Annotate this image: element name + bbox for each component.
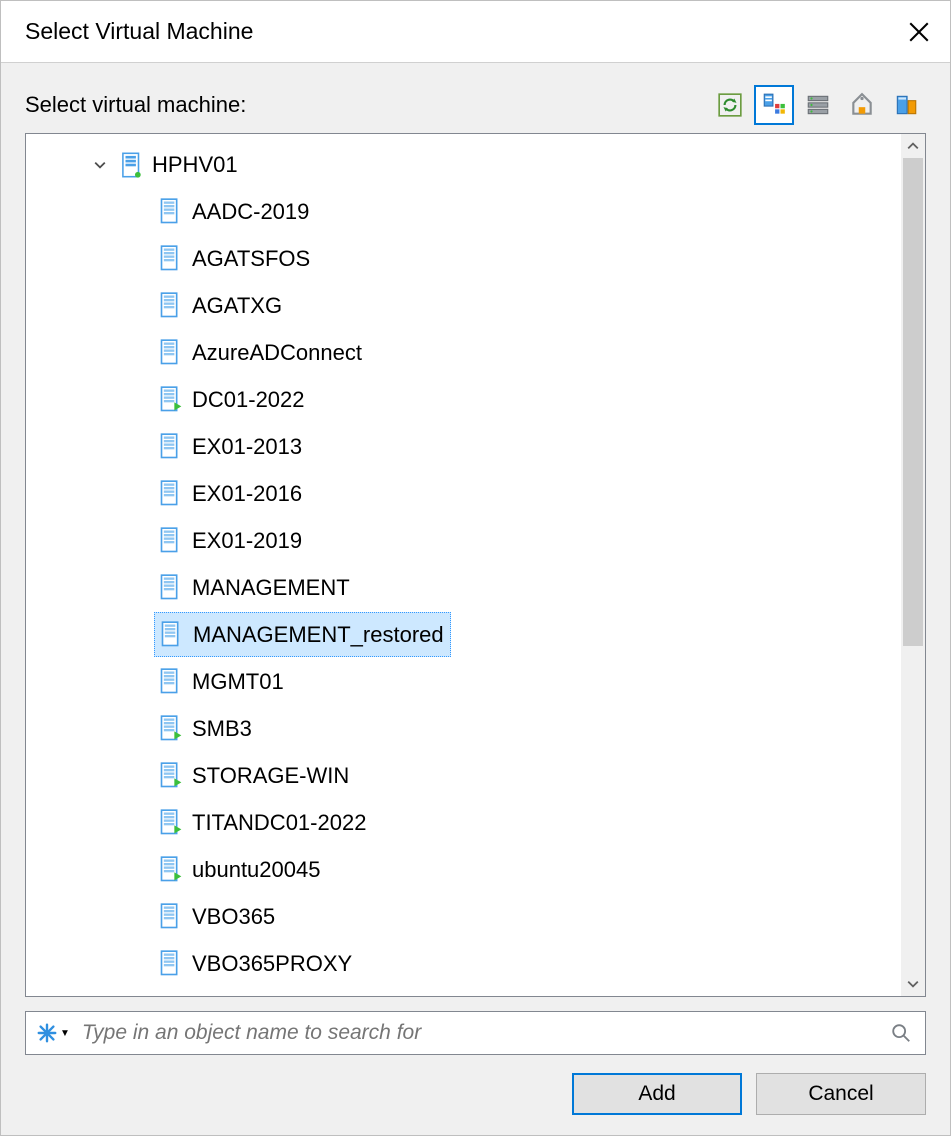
vm-label: TITANDC01-2022 <box>190 810 372 836</box>
vm-icon <box>154 527 190 555</box>
scroll-down-button[interactable] <box>901 972 925 996</box>
chevron-down-icon <box>907 978 919 990</box>
hosts-icon <box>761 92 787 118</box>
add-button[interactable]: Add <box>572 1073 742 1115</box>
vm-label: MANAGEMENT_restored <box>191 622 450 648</box>
scrollbar[interactable] <box>901 134 925 996</box>
vm-label: AGATSFOS <box>190 246 316 272</box>
tree-vm-row[interactable]: MGMT01 <box>26 659 901 704</box>
dialog-window: Select Virtual Machine Select virtual ma… <box>0 0 951 1136</box>
view-toolbar <box>710 85 926 125</box>
vm-label: AGATXG <box>190 293 288 319</box>
vm-label: EX01-2016 <box>190 481 308 507</box>
tree-vm-row[interactable]: DC01-2022 <box>26 377 901 422</box>
tree-vm-row[interactable]: EX01-2016 <box>26 471 901 516</box>
refresh-icon <box>717 92 743 118</box>
vm-icon <box>154 715 190 743</box>
search-button[interactable] <box>883 1015 919 1051</box>
refresh-button[interactable] <box>710 85 750 125</box>
prompt-label: Select virtual machine: <box>25 92 246 118</box>
tree-vm-row[interactable]: AGATSFOS <box>26 236 901 281</box>
view-storage-button[interactable] <box>886 85 926 125</box>
vm-icon <box>154 198 190 226</box>
storage-icon <box>893 92 919 118</box>
vm-label: EX01-2019 <box>190 528 308 554</box>
vm-label: DC01-2022 <box>190 387 311 413</box>
vm-icon <box>154 903 190 931</box>
tree-vm-row[interactable]: VBO365PROXY <box>26 941 901 986</box>
vm-label: MANAGEMENT <box>190 575 356 601</box>
scroll-thumb[interactable] <box>903 158 923 646</box>
close-button[interactable] <box>896 9 942 55</box>
vm-icon <box>154 245 190 273</box>
dialog-title: Select Virtual Machine <box>25 18 253 45</box>
tree-vm-row[interactable]: VBO365 <box>26 894 901 939</box>
vm-label: STORAGE-WIN <box>190 763 355 789</box>
vm-label: SMB3 <box>190 716 258 742</box>
view-tags-button[interactable] <box>842 85 882 125</box>
vm-label: MGMT01 <box>190 669 290 695</box>
tree-vm-row[interactable]: STORAGE-WIN <box>26 753 901 798</box>
title-bar: Select Virtual Machine <box>1 1 950 63</box>
tree-panel: HPHV01 AADC-2019 AGATSFOS AGATXG <box>25 133 926 997</box>
chevron-up-icon <box>907 140 919 152</box>
vm-icon <box>154 386 190 414</box>
search-bar: ▼ <box>25 1011 926 1055</box>
vm-label: VBO365PROXY <box>190 951 358 977</box>
search-icon <box>890 1022 912 1044</box>
tree-vm-row[interactable]: ubuntu20045 <box>26 847 901 892</box>
view-hosts-button[interactable] <box>754 85 794 125</box>
tree-vm-row[interactable]: EX01-2019 <box>26 518 901 563</box>
dialog-body: Select virtual machine: <box>1 63 950 1135</box>
asterisk-icon <box>36 1022 58 1044</box>
host-icon <box>114 152 150 178</box>
top-bar: Select virtual machine: <box>25 85 926 125</box>
host-label: HPHV01 <box>150 152 244 178</box>
scroll-up-button[interactable] <box>901 134 925 158</box>
vm-icon <box>154 480 190 508</box>
vm-label: AADC-2019 <box>190 199 315 225</box>
vm-icon <box>154 856 190 884</box>
tree-vm-row[interactable]: AGATXG <box>26 283 901 328</box>
tree-vm-row[interactable]: MANAGEMENT_restored <box>26 612 901 657</box>
vm-icon <box>155 621 191 649</box>
vm-icon <box>154 339 190 367</box>
vm-icon <box>154 762 190 790</box>
vm-icon <box>154 574 190 602</box>
search-type-dropdown[interactable]: ▼ <box>32 1022 74 1044</box>
tree-vm-row[interactable]: AADC-2019 <box>26 189 901 234</box>
tree-vm-row[interactable]: MANAGEMENT <box>26 565 901 610</box>
tree-vm-row[interactable]: TITANDC01-2022 <box>26 800 901 845</box>
vm-label: AzureADConnect <box>190 340 368 366</box>
vm-label: EX01-2013 <box>190 434 308 460</box>
tags-icon <box>849 92 875 118</box>
vm-label: VBO365 <box>190 904 281 930</box>
tree-view[interactable]: HPHV01 AADC-2019 AGATSFOS AGATXG <box>26 134 901 996</box>
tree-host-row[interactable]: HPHV01 <box>26 142 901 187</box>
expander-icon[interactable] <box>86 159 114 171</box>
vm-icon <box>154 668 190 696</box>
vm-icon <box>154 809 190 837</box>
tree-vm-row[interactable]: AzureADConnect <box>26 330 901 375</box>
view-vms-button[interactable] <box>798 85 838 125</box>
scroll-track[interactable] <box>901 158 925 972</box>
tree-vm-row[interactable]: SMB3 <box>26 706 901 751</box>
cancel-button[interactable]: Cancel <box>756 1073 926 1115</box>
vms-view-icon <box>805 92 831 118</box>
tree-vm-row[interactable]: EX01-2013 <box>26 424 901 469</box>
button-row: Add Cancel <box>25 1073 926 1115</box>
dropdown-caret-icon: ▼ <box>60 1028 70 1039</box>
close-icon <box>909 22 929 42</box>
search-input[interactable] <box>74 1021 883 1045</box>
vm-icon <box>154 433 190 461</box>
vm-label: ubuntu20045 <box>190 857 326 883</box>
vm-icon <box>154 950 190 978</box>
vm-icon <box>154 292 190 320</box>
